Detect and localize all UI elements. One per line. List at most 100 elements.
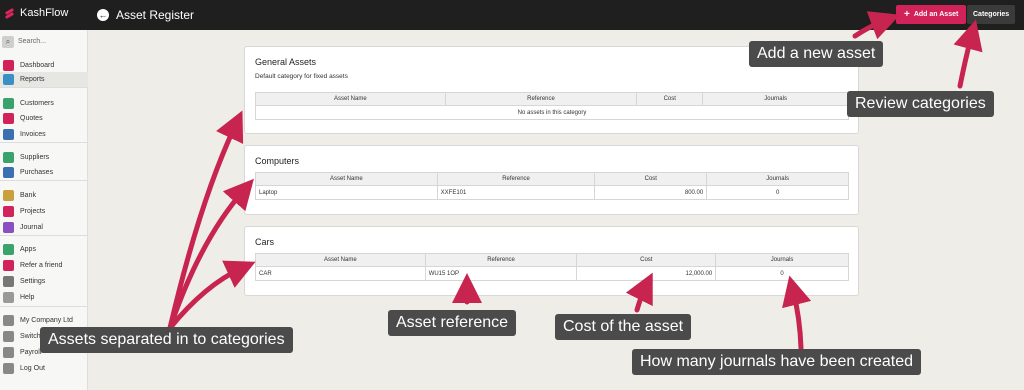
sidebar-item-log-out[interactable]: Log Out — [0, 361, 88, 376]
switch-icon — [3, 331, 14, 342]
apps-icon — [3, 244, 14, 255]
sidebar-item-label: Log Out — [20, 365, 45, 372]
column-journals: Journals — [706, 172, 849, 186]
callout-categories-separated: Assets separated in to categories — [40, 327, 293, 353]
callout-add-asset: Add a new asset — [749, 41, 884, 67]
sidebar-item-label: Journal — [20, 224, 43, 231]
category-card-cars: Cars Asset Name Reference Cost Journals … — [244, 226, 859, 296]
table-header-row: Asset Name Reference Cost Journals — [255, 92, 849, 106]
sidebar-item-apps[interactable]: Apps — [0, 242, 88, 257]
projects-icon — [3, 206, 14, 217]
column-reference: Reference — [436, 172, 596, 186]
sidebar-item-help[interactable]: Help — [0, 290, 88, 305]
arrow-to-categories — [953, 19, 983, 89]
sidebar-item-label: Suppliers — [20, 154, 50, 161]
arrow-to-journals — [782, 275, 812, 351]
suppliers-icon — [3, 152, 14, 163]
sidebar-item-label: Bank — [20, 192, 36, 199]
sidebar-item-label: Settings — [20, 278, 46, 285]
asset-cost-cell: 12,000.00 — [576, 266, 717, 281]
category-card-computers: Computers Asset Name Reference Cost Jour… — [244, 145, 859, 215]
arrow-to-general-assets — [167, 110, 244, 331]
payroll-icon — [3, 347, 14, 358]
heart-icon — [3, 260, 14, 271]
asset-reference-cell: WU15 1OP — [424, 266, 578, 281]
categories-button[interactable]: Categories — [967, 5, 1016, 24]
sidebar-divider — [0, 235, 88, 236]
column-journals: Journals — [702, 92, 849, 106]
sidebar-item-label: Invoices — [20, 131, 46, 138]
asset-name-cell[interactable]: CAR — [255, 266, 426, 281]
sidebar-item-reports[interactable]: Reports — [0, 72, 88, 87]
sidebar-item-suppliers[interactable]: Suppliers — [0, 150, 88, 165]
sidebar-item-journal[interactable]: Journal — [0, 220, 88, 235]
assets-table: Asset Name Reference Cost Journals Lapto… — [255, 172, 849, 200]
sidebar-item-bank[interactable]: Bank — [0, 188, 88, 203]
empty-message: No assets in this category — [255, 105, 849, 120]
sidebar-item-my-company-ltd[interactable]: My Company Ltd — [0, 313, 88, 328]
arrow-to-cars — [167, 260, 256, 331]
dashboard-icon — [3, 60, 14, 71]
callout-cost: Cost of the asset — [555, 314, 692, 340]
sidebar-item-purchases[interactable]: Purchases — [0, 165, 88, 180]
table-header-row: Asset Name Reference Cost Journals — [255, 172, 849, 186]
category-description: Default category for fixed assets — [255, 73, 348, 80]
column-asset-name: Asset Name — [255, 92, 446, 106]
sidebar-item-label: Customers — [20, 100, 54, 107]
table-row[interactable]: CAR WU15 1OP 12,000.00 0 — [255, 266, 849, 281]
customers-icon — [3, 98, 14, 109]
search-icon: ⌕ — [2, 35, 14, 48]
asset-reference-cell: XXFE101 — [436, 185, 596, 200]
invoices-icon — [3, 129, 14, 140]
sidebar-item-label: Refer a friend — [20, 262, 63, 269]
table-row[interactable]: Laptop XXFE101 800.00 0 — [255, 185, 849, 200]
brand[interactable]: KashFlow — [4, 7, 68, 19]
sidebar-item-label: Dashboard — [20, 62, 55, 69]
sidebar-item-dashboard[interactable]: Dashboard — [0, 58, 88, 73]
category-title: Computers — [255, 156, 300, 166]
reports-icon — [3, 74, 14, 85]
column-cost: Cost — [594, 172, 708, 186]
sidebar-item-settings[interactable]: Settings — [0, 274, 88, 289]
assets-table: Asset Name Reference Cost Journals No as… — [255, 92, 849, 120]
gear-icon — [3, 276, 14, 287]
column-cost: Cost — [576, 253, 717, 267]
sidebar-item-customers[interactable]: Customers — [0, 96, 88, 111]
back-arrow-icon[interactable]: ← — [97, 9, 109, 21]
category-title: Cars — [255, 237, 275, 247]
sidebar-search[interactable]: ⌕ Search... — [2, 35, 86, 48]
callout-asset-reference: Asset reference — [388, 310, 517, 336]
asset-name-cell[interactable]: Laptop — [255, 185, 438, 200]
brand-name: KashFlow — [20, 7, 69, 19]
sidebar-item-refer-a-friend[interactable]: Refer a friend — [0, 258, 88, 273]
sidebar-item-label: My Company Ltd — [20, 317, 73, 324]
sidebar-item-label: Apps — [20, 246, 36, 253]
company-icon — [3, 315, 14, 326]
sidebar-item-projects[interactable]: Projects — [0, 204, 88, 219]
assets-table: Asset Name Reference Cost Journals CAR W… — [255, 253, 849, 281]
quotes-icon — [3, 113, 14, 124]
column-reference: Reference — [444, 92, 638, 106]
sidebar-item-invoices[interactable]: Invoices — [0, 127, 88, 142]
column-asset-name: Asset Name — [255, 172, 438, 186]
add-asset-button[interactable]: + Add an Asset — [896, 5, 967, 24]
column-reference: Reference — [424, 253, 578, 267]
column-journals: Journals — [715, 253, 849, 267]
callout-review-categories: Review categories — [847, 91, 994, 117]
category-title: General Assets — [255, 57, 317, 67]
search-input[interactable]: Search... — [18, 38, 46, 45]
add-asset-label: Add an Asset — [913, 11, 959, 18]
sidebar-divider — [0, 180, 88, 181]
sidebar-item-label: Help — [20, 294, 35, 301]
sidebar-item-label: Purchases — [20, 169, 54, 176]
table-row: No assets in this category — [255, 105, 849, 120]
sidebar-item-label: Reports — [20, 76, 45, 83]
purchases-icon — [3, 167, 14, 178]
column-cost: Cost — [636, 92, 704, 106]
callout-journals: How many journals have been created — [632, 349, 922, 375]
column-asset-name: Asset Name — [255, 253, 426, 267]
sidebar-divider — [0, 306, 88, 307]
bank-icon — [3, 190, 14, 201]
sidebar-item-quotes[interactable]: Quotes — [0, 111, 88, 126]
arrow-to-computers — [167, 178, 254, 331]
